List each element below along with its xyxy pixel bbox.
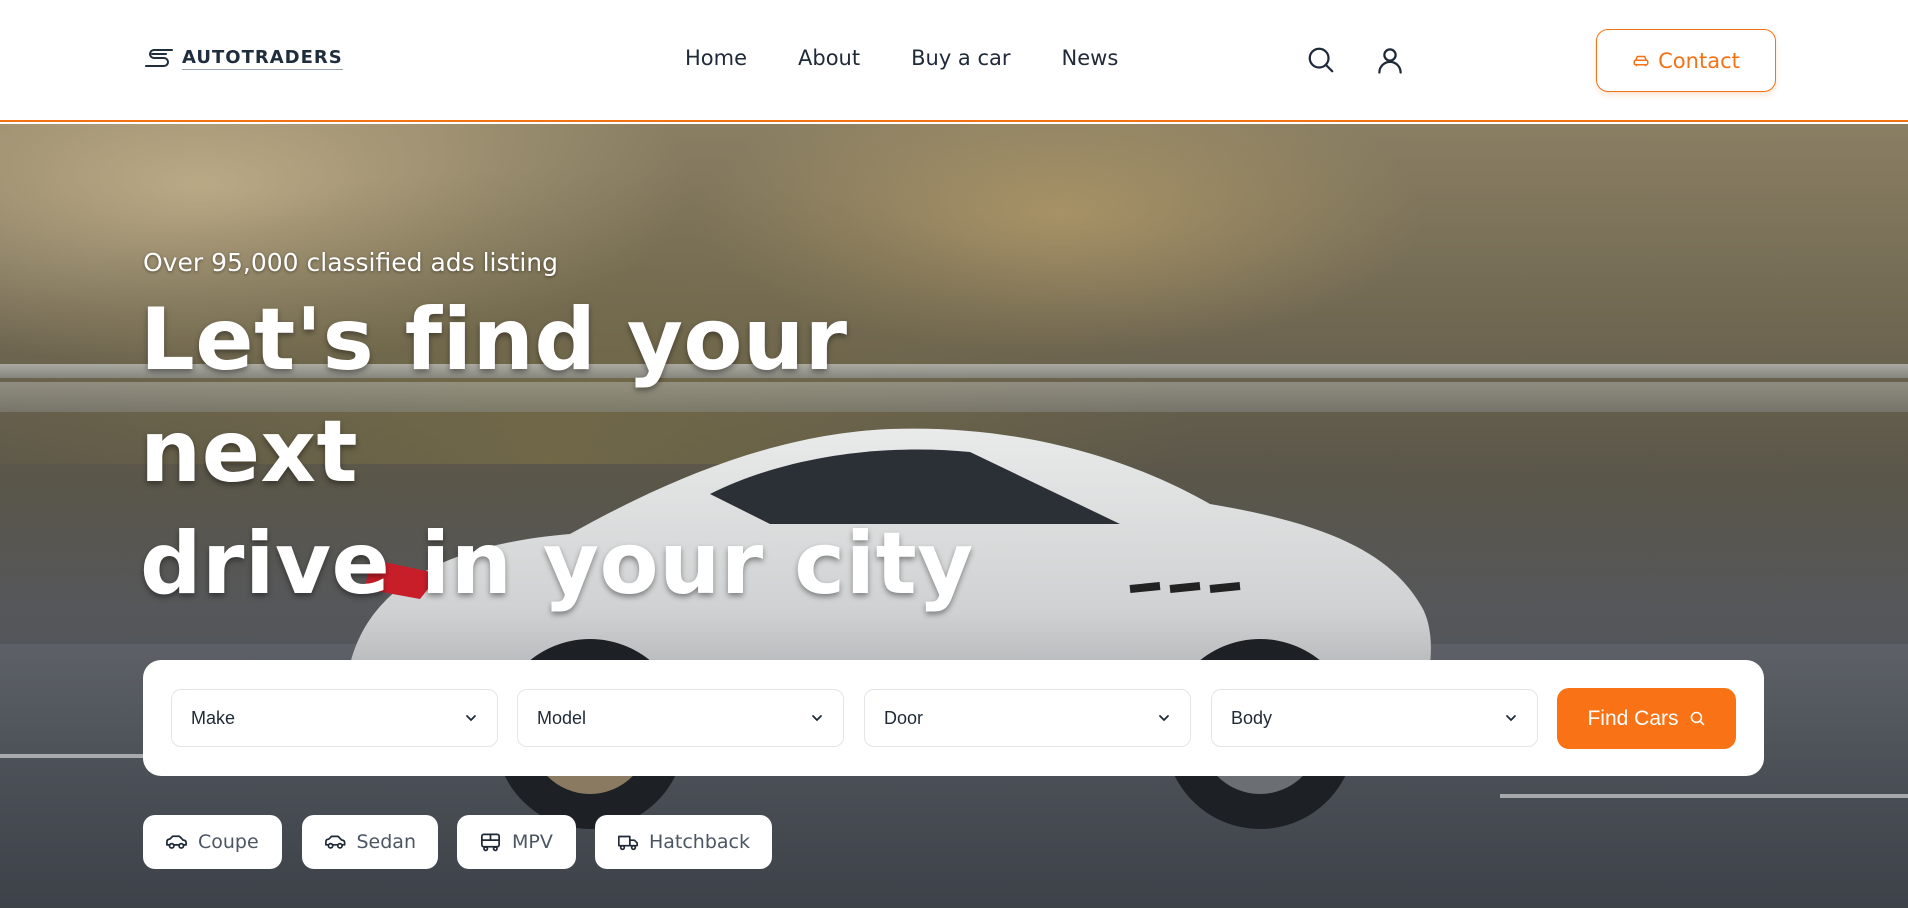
logo[interactable]: AUTOTRADERS bbox=[144, 46, 343, 70]
chevron-down-icon bbox=[812, 715, 822, 722]
search-icon bbox=[1308, 47, 1334, 73]
hero-headline: Let's find your next drive in your city bbox=[140, 284, 1040, 620]
hero-section: Over 95,000 classified ads listing Let's… bbox=[0, 124, 1908, 908]
model-select-label: Model bbox=[537, 707, 587, 728]
car-search-form: Make Model Door Body Find Cars bbox=[143, 660, 1764, 776]
body-type-label: MPV bbox=[512, 831, 553, 853]
contact-button[interactable]: Contact bbox=[1596, 29, 1776, 92]
body-select-label: Body bbox=[1231, 707, 1273, 728]
body-type-hatchback[interactable]: Hatchback bbox=[595, 815, 772, 869]
make-select[interactable]: Make bbox=[171, 689, 498, 747]
body-select[interactable]: Body bbox=[1211, 689, 1538, 747]
chevron-down-icon bbox=[466, 715, 476, 722]
door-select-label: Door bbox=[884, 707, 924, 728]
search-button[interactable] bbox=[1305, 44, 1337, 76]
truck-icon bbox=[618, 835, 638, 851]
logo-icon bbox=[145, 49, 173, 67]
nav-home[interactable]: Home bbox=[685, 46, 747, 70]
find-cars-button[interactable]: Find Cars bbox=[1557, 688, 1736, 749]
nav-news[interactable]: News bbox=[1062, 46, 1119, 70]
find-cars-label: Find Cars bbox=[1587, 706, 1679, 730]
car-icon bbox=[325, 835, 346, 849]
site-header: AUTOTRADERS Home About Buy a car News Co… bbox=[0, 0, 1908, 122]
body-type-mpv[interactable]: MPV bbox=[457, 815, 576, 869]
body-type-coupe[interactable]: Coupe bbox=[143, 815, 282, 869]
body-type-label: Coupe bbox=[198, 831, 259, 853]
make-select-label: Make bbox=[191, 707, 236, 728]
hero-headline-line1: Let's find your next bbox=[140, 290, 848, 502]
nav-about[interactable]: About bbox=[798, 46, 860, 70]
car-icon bbox=[1633, 55, 1649, 66]
account-button[interactable] bbox=[1374, 44, 1406, 76]
body-type-label: Hatchback bbox=[648, 831, 750, 853]
search-icon bbox=[1690, 711, 1704, 726]
door-select[interactable]: Door bbox=[864, 689, 1191, 747]
model-select[interactable]: Model bbox=[517, 689, 844, 747]
hero-headline-line2: drive in your city bbox=[140, 514, 974, 614]
body-type-label: Sedan bbox=[356, 831, 417, 853]
bus-icon bbox=[481, 833, 500, 852]
contact-label: Contact bbox=[1658, 48, 1740, 73]
main-nav: Home About Buy a car News bbox=[685, 46, 1118, 70]
logo-text: AUTOTRADERS bbox=[182, 46, 343, 70]
car-icon bbox=[166, 835, 187, 849]
chevron-down-icon bbox=[1506, 715, 1516, 722]
user-icon bbox=[1378, 48, 1402, 74]
body-type-sedan[interactable]: Sedan bbox=[302, 815, 438, 869]
chevron-down-icon bbox=[1159, 715, 1169, 722]
nav-buy-a-car[interactable]: Buy a car bbox=[911, 46, 1010, 70]
hero-tagline: Over 95,000 classified ads listing bbox=[143, 248, 558, 277]
